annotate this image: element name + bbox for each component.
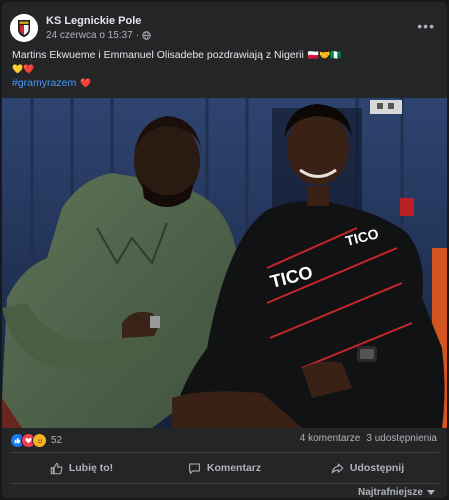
post-text: Martins Ekwueme i Emmanuel Olisadebe poz… <box>12 48 437 90</box>
share-arrow-icon <box>331 463 344 473</box>
like-button[interactable]: Lubię to! <box>10 455 153 481</box>
post-timestamp[interactable]: 24 czerwca o 15:37 <box>46 30 133 41</box>
globe-icon <box>142 31 151 40</box>
hearts-emoji: 💛❤️ <box>12 64 35 74</box>
post-text-line-3: #gramyrazem ❤️ <box>12 76 437 90</box>
comments-count-link[interactable]: 4 komentarze <box>300 433 361 444</box>
post-text-line-2: 💛❤️ <box>12 62 437 76</box>
heart-emoji: ❤️ <box>80 78 92 88</box>
page-avatar[interactable] <box>10 14 38 42</box>
thumbs-up-icon <box>50 462 63 474</box>
share-label: Udostępnij <box>349 462 405 474</box>
reactions-summary[interactable]: 52 <box>10 433 62 448</box>
post-photo[interactable]: TICO TICO <box>2 98 447 428</box>
page-name-link[interactable]: KS Legnickie Pole <box>46 15 141 27</box>
more-options-icon[interactable]: ••• <box>417 18 435 34</box>
hashtag-link[interactable]: #gramyrazem <box>12 76 76 90</box>
post-text-line-1: Martins Ekwueme i Emmanuel Olisadebe poz… <box>12 48 437 62</box>
post-stats: 52 4 komentarze 3 udostępnienia <box>10 433 437 449</box>
comment-label: Komentarz <box>206 462 262 474</box>
like-label: Lubię to! <box>68 462 114 474</box>
stats-right: 4 komentarze 3 udostępnienia <box>300 433 437 444</box>
divider-top <box>10 452 439 453</box>
photo-image: TICO TICO <box>2 98 447 428</box>
flags-emoji: 🇵🇱🤝🇳🇬 <box>307 50 342 60</box>
comment-sort-dropdown[interactable]: Najtrafniejsze <box>358 487 435 498</box>
post-header: KS Legnickie Pole 24 czerwca o 15:37 · •… <box>10 14 439 44</box>
share-button[interactable]: Udostępnij <box>296 455 439 481</box>
comment-bubble-icon <box>188 463 200 474</box>
post-caption: Martins Ekwueme i Emmanuel Olisadebe poz… <box>12 49 304 61</box>
reaction-count: 52 <box>51 435 63 446</box>
care-reaction-icon <box>32 433 47 448</box>
sort-label: Najtrafniejsze <box>357 487 423 498</box>
post-card: KS Legnickie Pole 24 czerwca o 15:37 · •… <box>2 2 447 498</box>
chevron-down-icon <box>427 489 435 495</box>
shares-count-link[interactable]: 3 udostępnienia <box>366 433 437 444</box>
post-actions: Lubię to! Komentarz Udostępnij <box>10 455 439 481</box>
club-crest-icon <box>10 14 38 42</box>
divider-bottom <box>10 483 439 484</box>
post-meta: 24 czerwca o 15:37 · <box>46 30 151 41</box>
comment-button[interactable]: Komentarz <box>153 455 296 481</box>
